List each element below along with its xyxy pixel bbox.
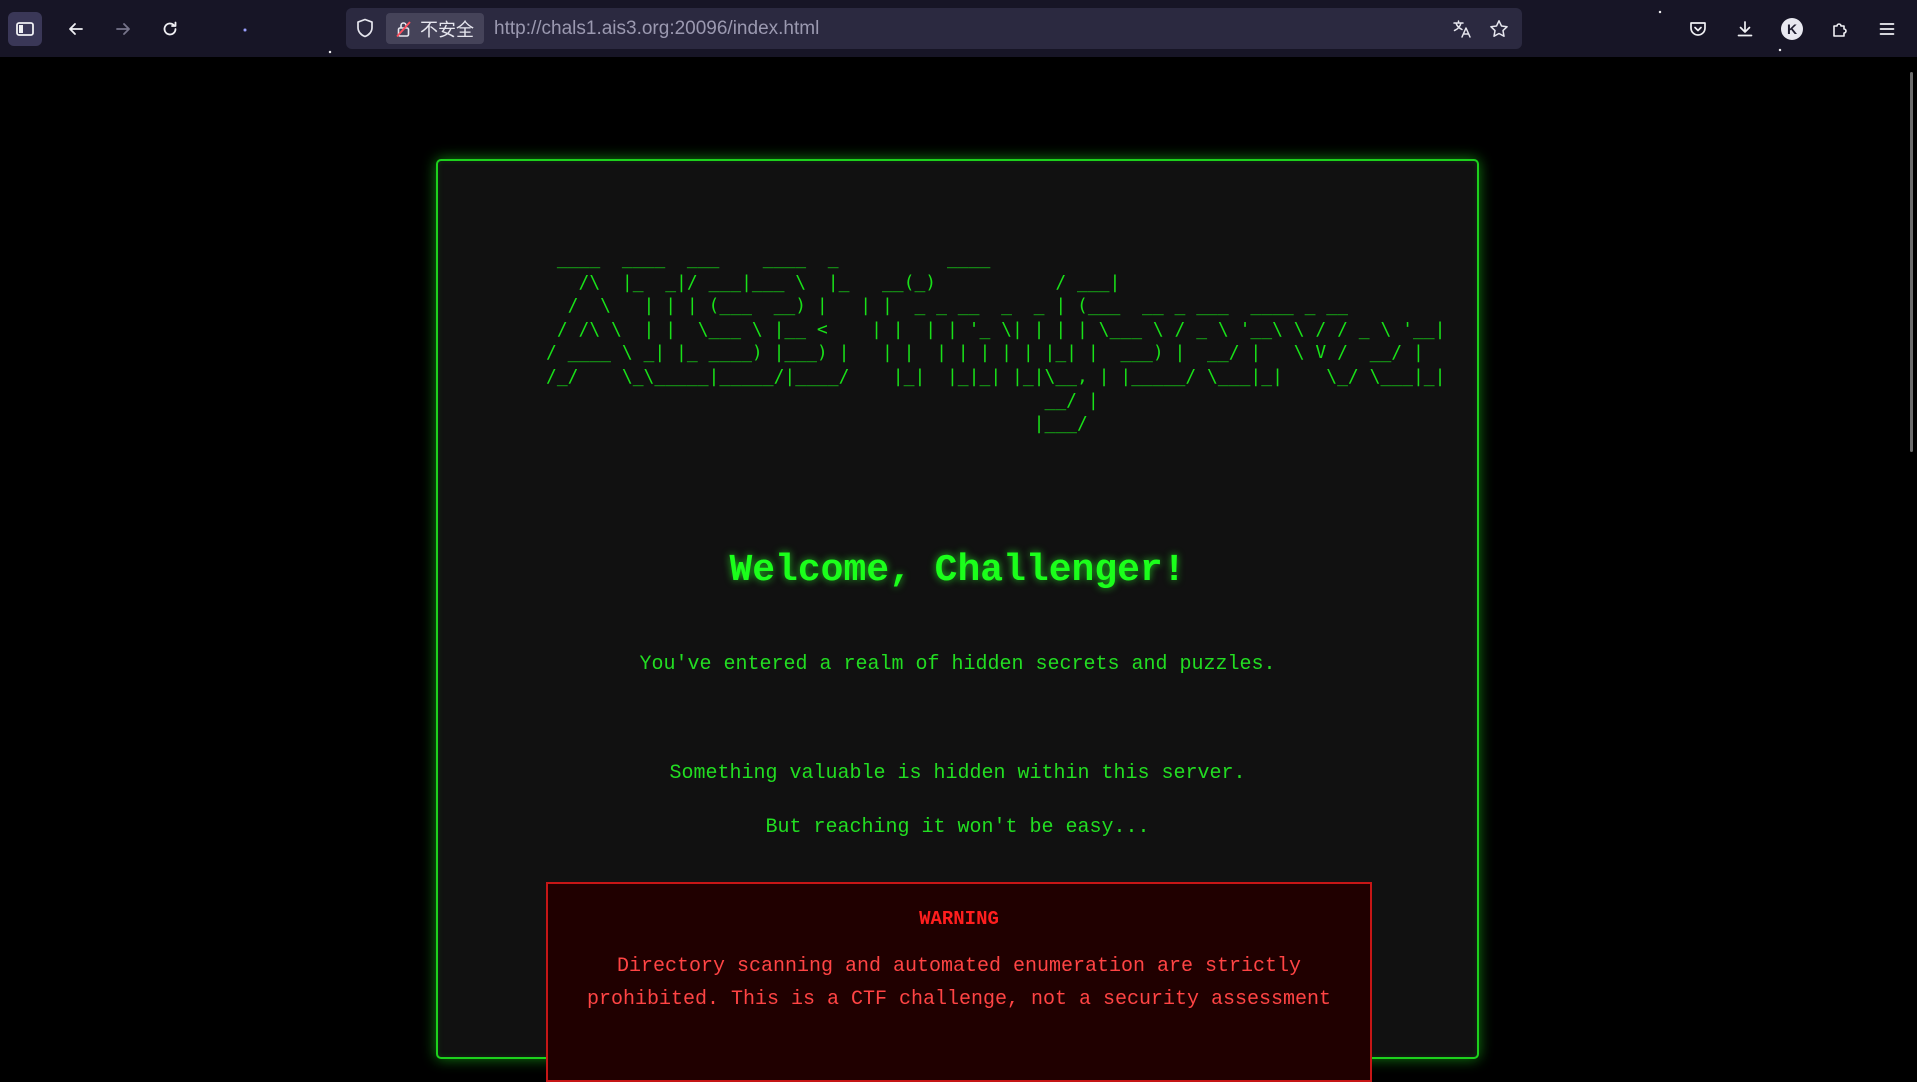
ascii-art-logo: ____ ____ ___ ____ _ ____ /\ |_ _|/ ___|… [546,248,1446,435]
download-icon [1737,21,1753,37]
bookmark-star-icon[interactable] [1488,18,1510,40]
url-text[interactable]: http://chals1.ais3.org:20096/index.html [494,8,819,49]
not-easy-text: But reaching it won't be easy... [765,816,1150,839]
warning-box: WARNING Directory scanning and automated… [546,882,1372,1082]
forward-arrow-icon [116,23,130,35]
page-scrollbar[interactable] [1910,72,1913,452]
menu-icon [1879,23,1895,35]
sidebar-toggle-button[interactable] [8,12,42,46]
warning-title: WARNING [919,908,999,930]
shield-icon[interactable] [354,17,376,39]
welcome-heading: Welcome, Challenger! [729,549,1186,592]
forward-button[interactable] [106,12,140,46]
back-arrow-icon [69,23,83,35]
insecure-label: 不安全 [420,19,474,40]
back-button[interactable] [59,12,93,46]
pocket-icon [1690,22,1706,36]
translate-icon[interactable] [1451,18,1473,40]
address-bar[interactable]: 不安全 http://chals1.ais3.org:20096/index.h… [346,8,1522,49]
pocket-button[interactable] [1681,12,1715,46]
extensions-button[interactable] [1823,12,1857,46]
reload-button[interactable] [153,12,187,46]
menu-button[interactable] [1870,12,1904,46]
sidebar-icon [16,22,34,36]
insecure-lock-icon [396,20,411,37]
connection-security-indicator[interactable]: 不安全 [386,13,484,44]
browser-toolbar: 不安全 http://chals1.ais3.org:20096/index.h… [0,0,1917,57]
extensions-icon [1833,23,1847,37]
reload-icon [163,21,177,36]
account-avatar[interactable]: K [1781,18,1803,40]
hidden-secret-text: Something valuable is hidden within this… [669,762,1246,785]
downloads-button[interactable] [1728,12,1762,46]
challenge-card: ____ ____ ___ ____ _ ____ /\ |_ _|/ ___|… [436,159,1479,1082]
warning-text: Directory scanning and automated enumera… [586,955,1332,1011]
intro-text: You've entered a realm of hidden secrets… [639,653,1276,676]
